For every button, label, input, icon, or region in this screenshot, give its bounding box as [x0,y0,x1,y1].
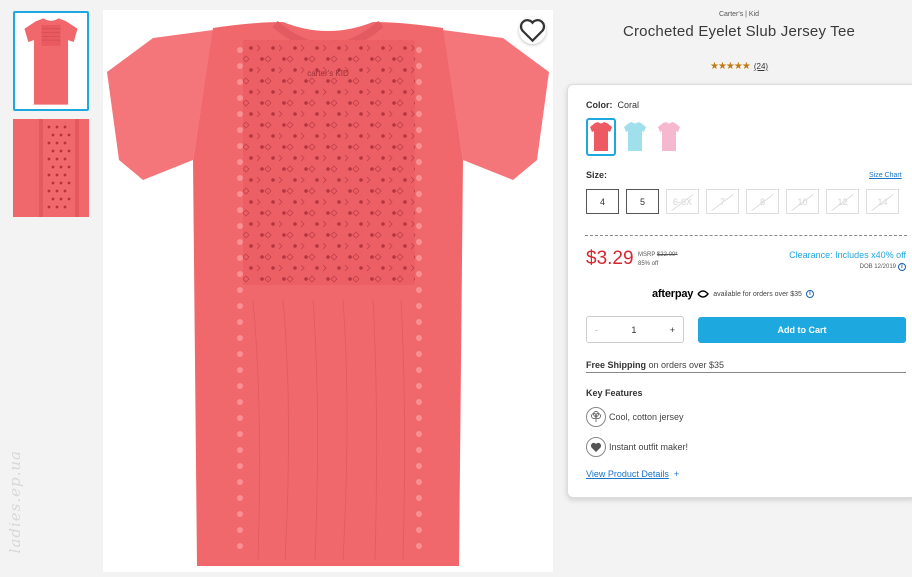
size-14[interactable]: 14 [866,189,899,214]
shirt-thumbnail-image [15,13,87,109]
purchase-panel: Color: Coral Size: Size Chart 4 5 6-6X 7… [567,84,912,498]
dob-text: DOB 12/2019 [859,264,896,270]
qty-increment-button[interactable]: + [670,325,675,335]
afterpay-arrows-icon [697,290,710,298]
details-plus-icon: + [673,469,680,479]
selected-color: Coral [617,100,640,110]
clearance-text: Clearance: Includes x40% off [789,250,906,260]
size-7[interactable]: 7 [706,189,739,214]
coral-shirt-swatch-icon [590,122,612,151]
afterpay-text: available for orders over $35 [713,290,802,298]
info-icon[interactable]: i [898,263,906,271]
review-count-link[interactable]: (24) [754,62,768,71]
product-title: Crocheted Eyelet Slub Jersey Tee [622,23,856,40]
aqua-shirt-swatch-icon [624,122,646,151]
discount-text: 85% off [638,261,659,267]
coral-shirt-image: carter's KID [103,10,553,572]
qty-value[interactable]: 1 [631,325,636,335]
star-rating-icon: ★★★★★ [710,61,751,72]
msrp-label: MSRP [638,252,656,258]
feature-item: Cool, cotton jersey [586,407,684,427]
swatch-coral[interactable] [586,118,616,156]
favorite-button[interactable] [519,17,546,44]
pink-shirt-swatch-icon [658,122,680,151]
watermark: ladies.ep.ua [6,450,24,554]
feature-text: Cool, cotton jersey [609,412,684,422]
free-shipping-rest: on orders over $35 [646,360,725,370]
eyelet-detail-image [13,119,89,217]
neck-tag-text: carter's KID [307,69,349,78]
free-shipping-bold: Free Shipping [586,360,647,370]
heart-icon [519,19,546,43]
msrp-price: $22.00* [656,252,678,258]
main-product-image: carter's KID [103,10,553,572]
afterpay-logo: afterpay [652,288,694,300]
size-8[interactable]: 8 [746,189,779,214]
dob-block: DOB 12/2019 i [860,263,906,271]
key-features-title: Key Features [586,388,643,398]
feature-item: Instant outfit maker! [586,437,688,457]
cotton-icon [586,407,606,427]
size-5[interactable]: 5 [626,189,659,214]
add-to-cart-button[interactable]: Add to Cart [698,317,906,343]
heart-badge-icon [586,437,606,457]
msrp-block: MSRP $22.00* 85% off [638,251,678,269]
afterpay-info-icon[interactable]: i [805,290,814,298]
size-12[interactable]: 12 [826,189,859,214]
free-shipping-text: Free Shipping on orders over $35 [586,360,906,373]
size-label: Size: [586,170,608,180]
size-10[interactable]: 10 [786,189,819,214]
size-6-6x[interactable]: 6-6X [666,189,699,214]
brand-label: Carter's | Kid [718,11,760,18]
thumbnail-detail[interactable] [13,119,89,217]
sale-price: $3.29 [586,248,634,269]
thumbnail-front[interactable] [13,11,89,111]
size-chart-link[interactable]: Size Chart [869,172,902,179]
view-product-details-link[interactable]: View Product Details + [586,469,679,479]
divider [585,235,907,236]
product-page: carter's KID ladies.ep.ua Carter's | Kid… [0,0,912,577]
swatch-aqua[interactable] [620,118,650,156]
feature-text: Instant outfit maker! [609,442,689,452]
size-4[interactable]: 4 [586,189,619,214]
swatch-pink[interactable] [654,118,684,156]
rating[interactable]: ★★★★★ (24) [710,61,768,72]
afterpay-block: afterpay available for orders over $35 i [652,288,814,300]
color-label: Color: Coral [586,100,640,110]
quantity-stepper: - 1 + [586,316,684,343]
qty-decrement-button[interactable]: - [595,325,598,335]
